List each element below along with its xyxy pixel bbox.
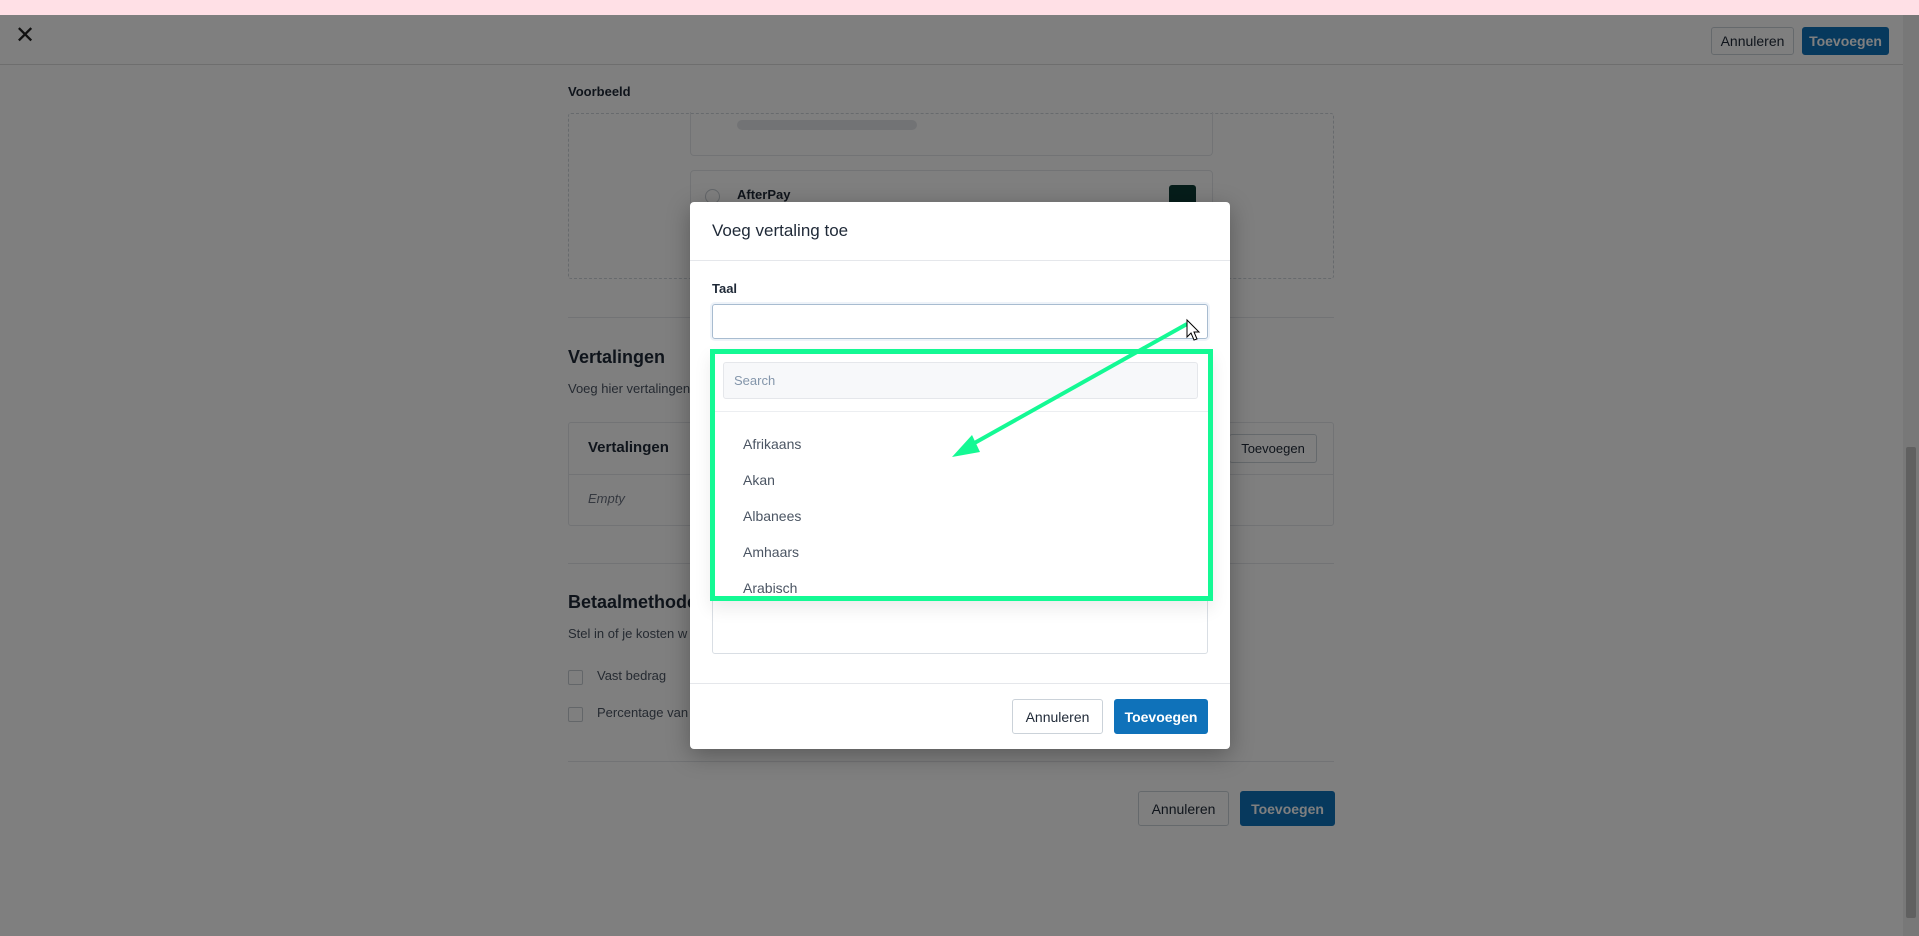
mouse-cursor-icon bbox=[1186, 318, 1201, 341]
annotation-arrow bbox=[952, 318, 1201, 457]
